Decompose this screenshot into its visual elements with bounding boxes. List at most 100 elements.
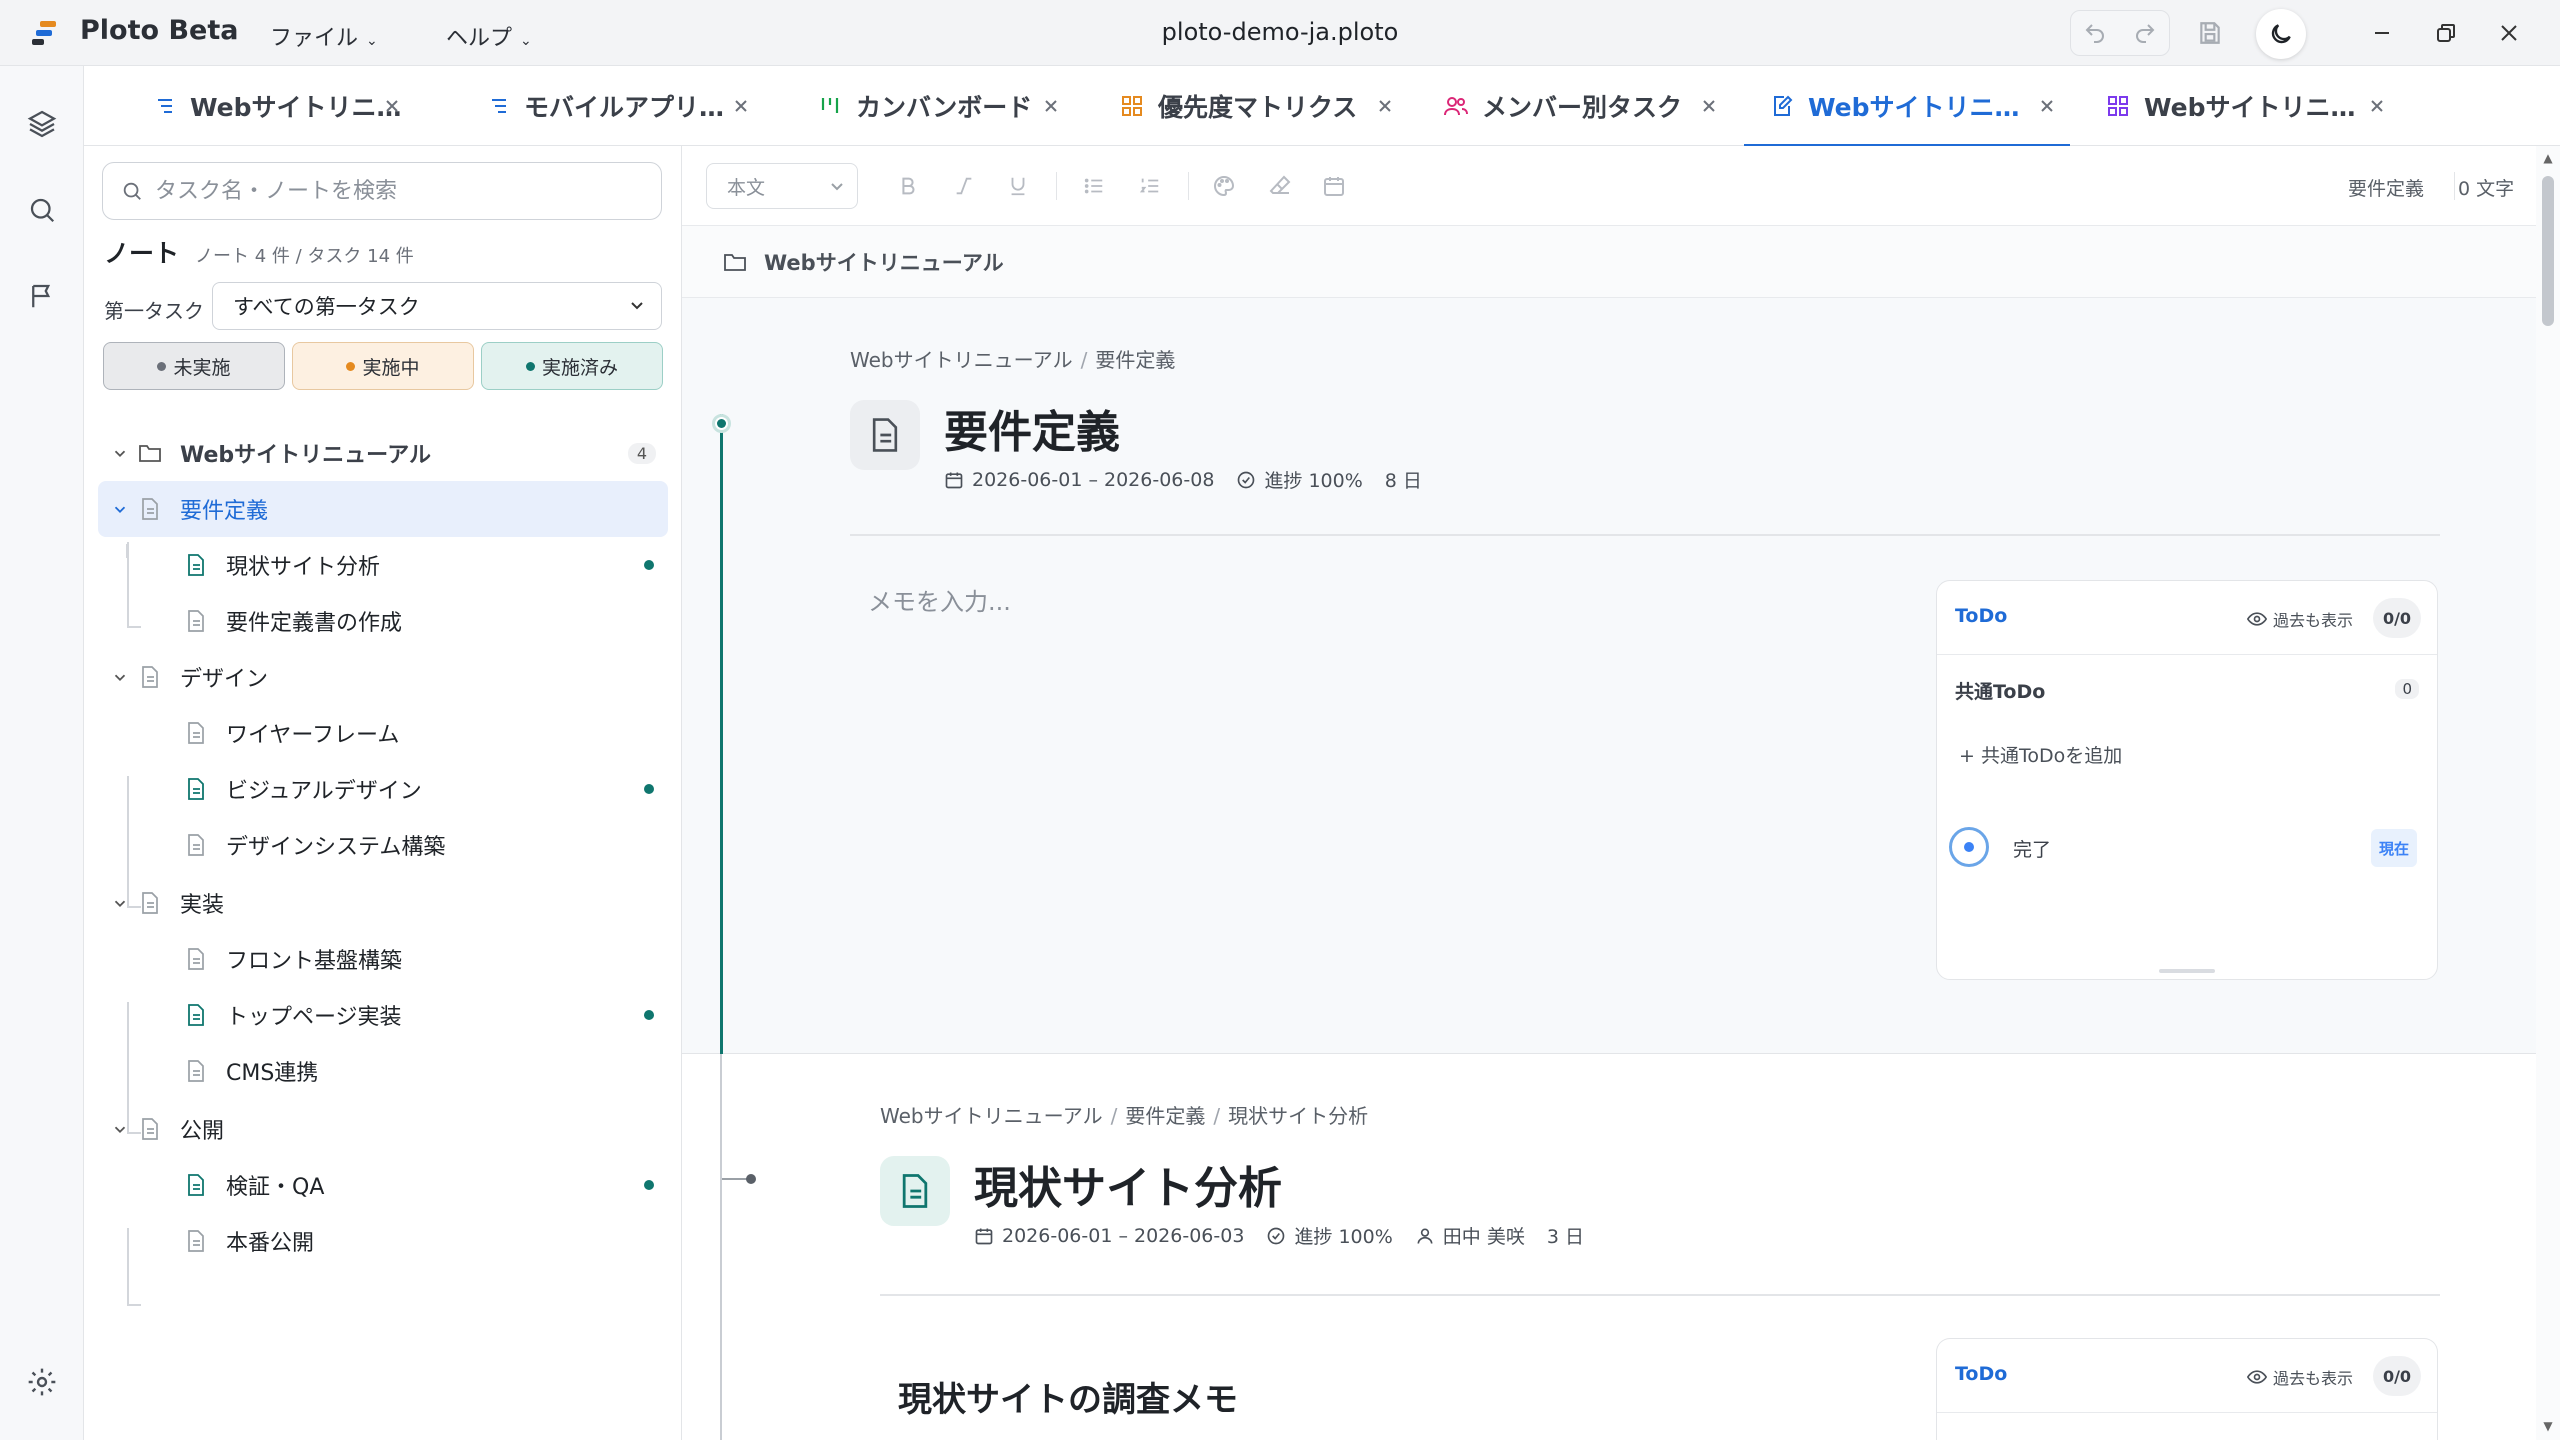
breadcrumb-item[interactable]: 要件定義 xyxy=(1125,1104,1205,1128)
tree-item-current-site-analysis[interactable]: 現状サイト分析 xyxy=(98,537,668,593)
theme-toggle-button[interactable] xyxy=(2256,9,2306,59)
tree-item-design-system[interactable]: デザインシステム構築 xyxy=(98,817,668,873)
palette-icon[interactable] xyxy=(1206,168,1242,204)
status-label: 未実施 xyxy=(173,356,231,379)
close-icon[interactable] xyxy=(728,93,754,119)
search-input[interactable] xyxy=(155,178,635,204)
memo-placeholder[interactable]: メモを入力... xyxy=(868,582,1011,617)
todo-header: ToDo 過去も表示 0/0 xyxy=(1937,1339,2437,1413)
flag-icon[interactable] xyxy=(22,276,62,316)
tree-item-label: 本番公開 xyxy=(226,1231,315,1256)
first-task-select[interactable]: すべての第一タスク xyxy=(212,282,662,330)
bold-icon[interactable] xyxy=(890,168,926,204)
breadcrumb-item[interactable]: 要件定義 xyxy=(1095,348,1175,372)
close-icon[interactable] xyxy=(2034,93,2060,119)
chevron-down-icon[interactable] xyxy=(108,665,132,689)
users-icon xyxy=(1442,92,1470,120)
tree-item-label: デザイン xyxy=(180,667,269,692)
breadcrumb-item[interactable]: Webサイトリニューアル xyxy=(850,348,1073,372)
tree-item-label: 現状サイト分析 xyxy=(226,555,381,580)
close-icon[interactable] xyxy=(2364,93,2390,119)
tab-label: メンバー別タスク xyxy=(1482,93,1683,122)
tree-item-requirements-doc[interactable]: 要件定義書の作成 xyxy=(98,593,668,649)
italic-icon[interactable] xyxy=(946,168,982,204)
menu-help[interactable]: ヘルプ ⌄ xyxy=(446,20,532,52)
document-icon xyxy=(138,497,162,521)
shared-todo-count: 0 xyxy=(2395,679,2419,699)
text-style-select[interactable]: 本文 xyxy=(706,163,858,209)
tree-item-design[interactable]: デザイン xyxy=(98,649,668,705)
status-label: 実施済み xyxy=(541,356,618,379)
folder-bar[interactable]: Webサイトリニューアル xyxy=(682,226,2536,298)
tree-item-visual-design[interactable]: ビジュアルデザイン xyxy=(98,761,668,817)
tab-website-renewal-list[interactable]: Webサイトリニ… xyxy=(150,66,415,146)
close-icon[interactable] xyxy=(379,93,405,119)
status-not-started-button[interactable]: 未実施 xyxy=(103,342,285,390)
show-past-button[interactable]: 過去も表示 xyxy=(2246,1365,2353,1389)
menu-help-label: ヘルプ xyxy=(446,26,513,51)
tab-priority-matrix[interactable]: 優先度マトリクス xyxy=(1118,66,1408,146)
tree-item-implementation[interactable]: 実装 xyxy=(98,875,668,931)
show-past-button[interactable]: 過去も表示 xyxy=(2246,607,2353,631)
document-icon xyxy=(184,553,208,577)
underline-icon[interactable] xyxy=(1000,168,1036,204)
chevron-down-icon[interactable] xyxy=(108,441,132,465)
status-done-button[interactable]: 実施済み xyxy=(481,342,663,390)
notes-summary: ノート 4 件 / タスク 14 件 xyxy=(195,246,414,267)
close-icon[interactable] xyxy=(1038,93,1064,119)
tree-item-release[interactable]: 公開 xyxy=(98,1101,668,1157)
editor-scrollbar[interactable]: ▲ ▼ xyxy=(2536,146,2560,1440)
document-icon xyxy=(184,833,208,857)
scroll-down-icon[interactable]: ▼ xyxy=(2540,1418,2556,1434)
close-window-button[interactable] xyxy=(2487,13,2531,53)
page-doc-icon xyxy=(880,1156,950,1226)
tab-kanban-board[interactable]: カンバンボード xyxy=(816,66,1074,146)
milestone-done-row[interactable]: 完了 現在 xyxy=(1949,825,2425,869)
tree-item-frontend-base[interactable]: フロント基盤構築 xyxy=(98,931,668,987)
resize-handle[interactable] xyxy=(2159,969,2215,973)
search-box[interactable] xyxy=(102,162,662,220)
tree-item-production-release[interactable]: 本番公開 xyxy=(98,1213,668,1269)
gear-icon[interactable] xyxy=(22,1362,62,1402)
undo-icon[interactable] xyxy=(2075,13,2115,53)
numbered-list-icon[interactable] xyxy=(1132,168,1168,204)
breadcrumb-item[interactable]: Webサイトリニューアル xyxy=(880,1104,1103,1128)
chevron-down-icon[interactable] xyxy=(108,891,132,915)
chevron-down-icon[interactable] xyxy=(108,497,132,521)
list-icon xyxy=(150,92,178,120)
duration-text: 8 日 xyxy=(1384,470,1422,492)
tree-item-cms[interactable]: CMS連携 xyxy=(98,1043,668,1099)
add-shared-todo-button[interactable]: + 共通ToDoを追加 xyxy=(1959,741,2122,768)
scroll-up-icon[interactable]: ▲ xyxy=(2540,150,2556,166)
tree-item-top-page[interactable]: トップページ実装 xyxy=(98,987,668,1043)
breadcrumb-item[interactable]: 現状サイト分析 xyxy=(1228,1104,1368,1128)
save-icon[interactable] xyxy=(2190,13,2230,53)
redo-icon[interactable] xyxy=(2125,13,2165,53)
has-note-dot xyxy=(644,560,654,570)
tab-website-renewal-matrix[interactable]: Webサイトリニ… xyxy=(2104,66,2400,146)
note-heading[interactable]: 現状サイトの調査メモ xyxy=(898,1372,1238,1421)
close-icon[interactable] xyxy=(1372,93,1398,119)
layers-icon[interactable] xyxy=(22,104,62,144)
menu-file[interactable]: ファイル ⌄ xyxy=(270,20,378,52)
tree-item-wireframe[interactable]: ワイヤーフレーム xyxy=(98,705,668,761)
restore-button[interactable] xyxy=(2424,13,2468,53)
calendar-icon[interactable] xyxy=(1316,168,1352,204)
status-in-progress-button[interactable]: 実施中 xyxy=(292,342,474,390)
tree-item-requirements[interactable]: 要件定義 xyxy=(98,481,668,537)
tree-item-label: トップページ実装 xyxy=(226,1005,402,1030)
minimize-button[interactable] xyxy=(2360,13,2404,53)
tab-website-renewal-notes[interactable]: Webサイトリニ… xyxy=(1744,66,2070,147)
scroll-thumb[interactable] xyxy=(2542,176,2554,326)
eraser-icon[interactable] xyxy=(1262,168,1298,204)
calendar-icon xyxy=(945,472,963,488)
bullet-list-icon[interactable] xyxy=(1076,168,1112,204)
tab-member-tasks[interactable]: メンバー別タスク xyxy=(1442,66,1732,146)
progress-icon xyxy=(1238,471,1255,488)
tab-mobile-app[interactable]: モバイルアプリ… xyxy=(484,66,764,146)
search-icon[interactable] xyxy=(22,190,62,230)
close-icon[interactable] xyxy=(1696,93,1722,119)
tree-item-qa[interactable]: 検証・QA xyxy=(98,1157,668,1213)
chevron-down-icon[interactable] xyxy=(108,1117,132,1141)
tree-root-website-renewal[interactable]: Webサイトリニューアル 4 xyxy=(98,425,668,481)
